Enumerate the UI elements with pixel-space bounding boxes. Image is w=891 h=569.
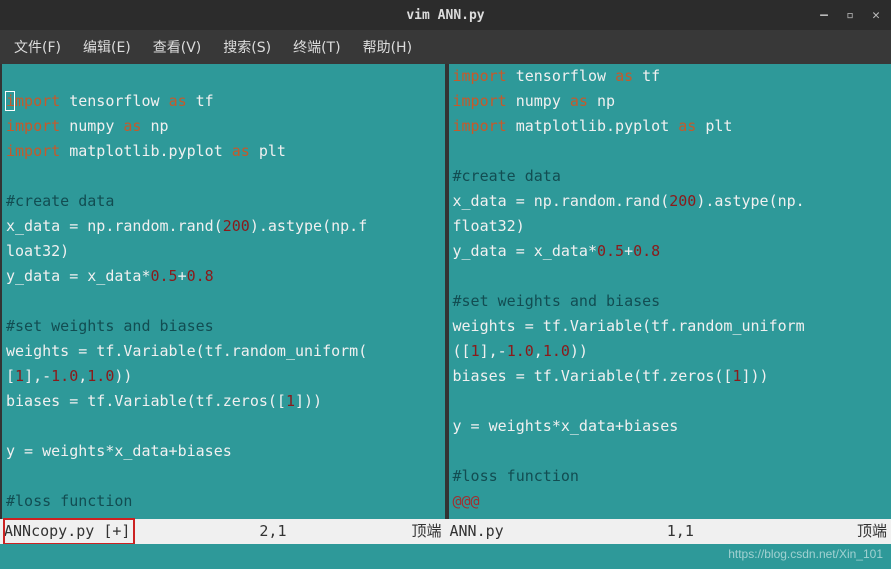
menubar: 文件(F) 编辑(E) 查看(V) 搜索(S) 终端(T) 帮助(H): [0, 30, 891, 64]
close-icon[interactable]: ✕: [869, 8, 883, 22]
code-line[interactable]: [453, 389, 891, 414]
code-line[interactable]: [453, 264, 891, 289]
status-position-right: 1,1: [504, 519, 857, 544]
code-line[interactable]: #set weights and biases: [6, 314, 445, 339]
code-line[interactable]: [6, 289, 445, 314]
maximize-icon[interactable]: ▫: [843, 8, 857, 22]
code-line[interactable]: x_data = np.random.rand(200).astype(np.f: [6, 214, 445, 239]
menu-file[interactable]: 文件(F): [6, 33, 69, 61]
code-line[interactable]: y = weights*x_data+biases: [6, 439, 445, 464]
code-line[interactable]: y_data = x_data*0.5+0.8: [6, 264, 445, 289]
code-line[interactable]: biases = tf.Variable(tf.zeros([1])): [6, 389, 445, 414]
menu-search[interactable]: 搜索(S): [215, 33, 279, 61]
code-line[interactable]: import matplotlib.pyplot as plt: [6, 139, 445, 164]
status-scroll-right: 顶端: [857, 519, 887, 544]
code-line[interactable]: [6, 464, 445, 489]
code-line[interactable]: #loss function: [453, 464, 891, 489]
vim-cmdline[interactable]: 多了 51 行 https://blog.csdn.net/Xin_101: [0, 544, 891, 569]
code-line[interactable]: ([1],-1.0,1.0)): [453, 339, 891, 364]
code-line[interactable]: y_data = x_data*0.5+0.8: [453, 239, 891, 264]
status-scroll-left: 顶端: [411, 519, 441, 544]
watermark-text: https://blog.csdn.net/Xin_101: [728, 542, 883, 567]
code-line[interactable]: #create data: [6, 189, 445, 214]
window-title: vim ANN.py: [406, 8, 484, 23]
code-line[interactable]: loat32): [6, 239, 445, 264]
menu-edit[interactable]: 编辑(E): [75, 33, 139, 61]
code-line[interactable]: biases = tf.Variable(tf.zeros([1])): [453, 364, 891, 389]
code-line[interactable]: x_data = np.random.rand(200).astype(np.: [453, 189, 891, 214]
vim-statusline: ANNcopy.py [+] 2,1 顶端 ANN.py 1,1 顶端: [0, 519, 891, 544]
code-line[interactable]: [1],-1.0,1.0)): [6, 364, 445, 389]
split-pane-right[interactable]: import tensorflow as tfimport numpy as n…: [449, 64, 891, 544]
menu-view[interactable]: 查看(V): [145, 33, 210, 61]
status-position-left: 2,1: [134, 519, 411, 544]
status-filename-right: ANN.py: [450, 519, 504, 544]
code-line[interactable]: weights = tf.Variable(tf.random_uniform(: [6, 339, 445, 364]
code-line[interactable]: import numpy as np: [453, 89, 891, 114]
code-line[interactable]: import matplotlib.pyplot as plt: [453, 114, 891, 139]
code-line[interactable]: weights = tf.Variable(tf.random_uniform: [453, 314, 891, 339]
code-line[interactable]: #create data: [453, 164, 891, 189]
menu-terminal[interactable]: 终端(T): [285, 33, 348, 61]
code-line[interactable]: import numpy as np: [6, 114, 445, 139]
split-pane-left[interactable]: import tensorflow as tfimport numpy as n…: [0, 64, 445, 544]
window-titlebar: vim ANN.py – ▫ ✕: [0, 0, 891, 30]
code-line[interactable]: [453, 139, 891, 164]
code-line[interactable]: #set weights and biases: [453, 289, 891, 314]
code-line[interactable]: @@@: [453, 489, 891, 514]
code-line[interactable]: [6, 64, 445, 89]
code-line[interactable]: float32): [453, 214, 891, 239]
editor-area: import tensorflow as tfimport numpy as n…: [0, 64, 891, 544]
statusline-left: ANNcopy.py [+] 2,1 顶端: [0, 519, 446, 544]
status-filename-left: ANNcopy.py [+]: [4, 519, 134, 544]
code-line[interactable]: [6, 164, 445, 189]
code-line[interactable]: y = weights*x_data+biases: [453, 414, 891, 439]
menu-help[interactable]: 帮助(H): [355, 33, 420, 61]
code-line[interactable]: [6, 414, 445, 439]
code-line[interactable]: [453, 439, 891, 464]
statusline-right: ANN.py 1,1 顶端: [446, 519, 891, 544]
code-line[interactable]: #loss function: [6, 489, 445, 514]
minimize-icon[interactable]: –: [817, 8, 831, 22]
text-cursor: [5, 91, 15, 111]
code-line[interactable]: import tensorflow as tf: [6, 89, 445, 114]
code-line[interactable]: import tensorflow as tf: [453, 64, 891, 89]
